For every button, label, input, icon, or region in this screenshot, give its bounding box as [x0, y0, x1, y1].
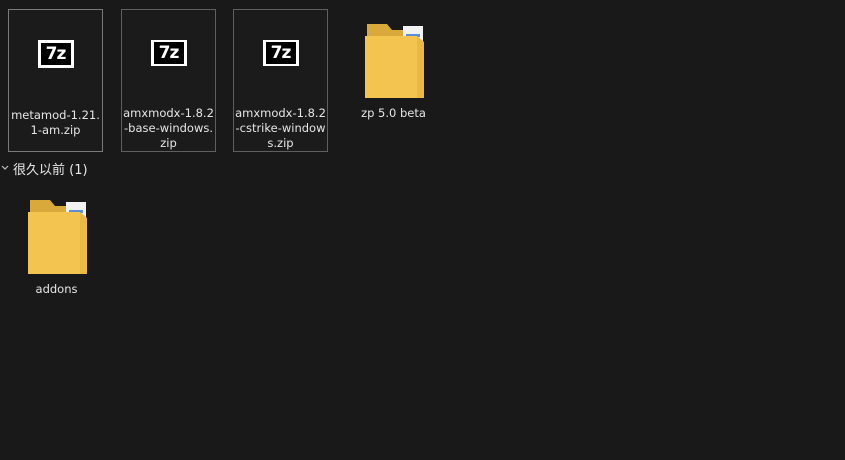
- 7zip-icon: 7z: [37, 40, 74, 68]
- folder-name: zp 5.0 beta: [361, 106, 426, 120]
- 7zip-icon: 7z: [150, 40, 187, 66]
- group-header[interactable]: 很久以前 (1): [0, 158, 88, 178]
- file-item-metamod-zip[interactable]: 7z metamod-1.21.1-am.zip: [8, 9, 103, 152]
- folder-name: addons: [35, 282, 78, 296]
- file-name: metamod-1.21.1-am.zip: [11, 108, 100, 137]
- folder-item-addons[interactable]: addons: [9, 194, 104, 297]
- folder-icon: [27, 200, 87, 274]
- file-item-amxmodx-cstrike-zip[interactable]: 7z amxmodx-1.8.2-cstrike-windows.zip: [233, 9, 328, 152]
- file-name: amxmodx-1.8.2-base-windows.zip: [123, 106, 214, 150]
- folder-item-zp-beta[interactable]: zp 5.0 beta: [346, 18, 441, 121]
- group-label: 很久以前 (1): [13, 162, 88, 178]
- file-name: amxmodx-1.8.2-cstrike-windows.zip: [235, 106, 326, 150]
- file-explorer-view: 7z metamod-1.21.1-am.zip 7z amxmodx-1.8.…: [0, 0, 845, 460]
- file-item-amxmodx-base-zip[interactable]: 7z amxmodx-1.8.2-base-windows.zip: [121, 9, 216, 152]
- chevron-down-icon[interactable]: [0, 163, 10, 173]
- folder-icon: [364, 24, 424, 98]
- 7zip-icon: 7z: [262, 40, 299, 66]
